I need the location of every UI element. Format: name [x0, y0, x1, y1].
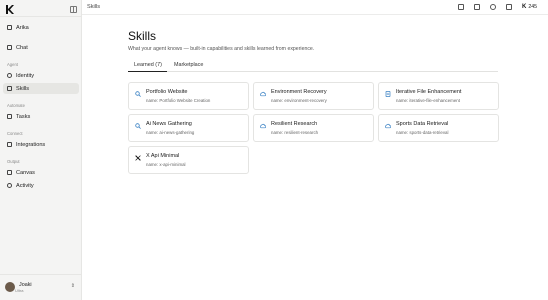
skill-name: Iterative File Enhancement: [396, 89, 462, 95]
sidebar-item-label: Activity: [16, 182, 34, 189]
skill-card[interactable]: X Api Minimal name: x-api-minimal: [128, 146, 249, 174]
document-icon: [385, 91, 391, 97]
active-tab-indicator: [128, 71, 167, 72]
section-label-output: Output: [7, 159, 20, 164]
sidebar-toggle-icon[interactable]: [70, 6, 77, 13]
user-role: Ultra: [15, 287, 24, 293]
skill-meta: name: x-api-minimal: [146, 162, 186, 167]
skill-name: Sports Data Retrieval: [396, 121, 449, 127]
checklist-icon: [7, 114, 12, 119]
plug-icon: [7, 142, 12, 147]
sidebar-item-tasks[interactable]: Tasks: [3, 111, 79, 122]
sidebar-item-arika[interactable]: Arika: [3, 22, 79, 33]
skill-name: X Api Minimal: [146, 153, 180, 159]
topbar: Skills K 245: [82, 0, 548, 15]
sidebar-divider: [0, 16, 82, 17]
page-title: Skills: [128, 29, 157, 43]
cloud-icon: [260, 123, 266, 129]
sidebar-item-label: Identity: [16, 72, 35, 79]
skill-name: Ai News Gathering: [146, 121, 192, 127]
message-icon[interactable]: [474, 4, 480, 10]
section-label-connect: Connect: [7, 131, 23, 136]
home-icon: [7, 25, 12, 30]
cloud-icon: [385, 123, 391, 129]
search-icon: [135, 91, 141, 97]
x-logo-icon: [135, 155, 141, 161]
credits-logo-icon: K: [522, 3, 527, 10]
activity-icon: [7, 183, 12, 188]
credits-badge[interactable]: K 245: [522, 4, 537, 10]
chat-bubble-icon: [7, 45, 12, 50]
user-menu[interactable]: Joaki Ultra ⇕: [5, 280, 79, 294]
tab-marketplace[interactable]: Marketplace: [174, 62, 203, 68]
skill-meta: name: ai-news-gathering: [146, 130, 195, 135]
tab-learned[interactable]: Learned (7): [134, 62, 162, 68]
credits-count: 245: [528, 3, 537, 10]
sidebar-item-identity[interactable]: Identity: [3, 70, 79, 81]
section-label-agent: Agent: [7, 62, 18, 67]
sidebar-item-label: Integrations: [16, 141, 46, 148]
chevron-updown-icon: ⇕: [70, 283, 75, 289]
search-icon: [135, 123, 141, 129]
sidebar-divider: [0, 274, 82, 275]
sidebar-item-integrations[interactable]: Integrations: [3, 139, 79, 150]
user-name: Joaki: [19, 281, 32, 288]
skill-meta: name: iterative-file-enhancement: [396, 98, 460, 103]
section-label-automate: Automate: [7, 103, 25, 108]
person-icon: [7, 73, 12, 78]
skill-card[interactable]: Sports Data Retrieval name: sports-data-…: [378, 114, 499, 142]
tab-bar: Learned (7) Marketplace: [128, 60, 498, 72]
pencil-icon: [7, 170, 12, 175]
gift-icon[interactable]: [506, 4, 512, 10]
sidebar-item-label: Tasks: [16, 113, 31, 120]
sidebar: Arika Chat Agent Identity Skills Automat…: [0, 0, 82, 300]
skill-meta: name: environment-recovery: [271, 98, 327, 103]
sidebar-item-label: Canvas: [16, 169, 35, 176]
skill-meta: name: Portfolio Website Creation: [146, 98, 211, 103]
breadcrumb: Skills: [87, 4, 101, 10]
sidebar-item-label: Skills: [16, 85, 30, 92]
app-logo-icon[interactable]: [6, 5, 14, 14]
skill-card[interactable]: Resilient Research name: resilient-resea…: [253, 114, 374, 142]
book-icon[interactable]: [458, 4, 464, 10]
cloud-icon: [260, 91, 266, 97]
sidebar-item-chat[interactable]: Chat: [3, 42, 79, 53]
sidebar-item-label: Chat: [16, 44, 28, 51]
main-content: Skills K 245 Skills What your agent know…: [82, 0, 548, 300]
skill-card[interactable]: Ai News Gathering name: ai-news-gatherin…: [128, 114, 249, 142]
skill-name: Resilient Research: [271, 121, 318, 127]
avatar: [5, 282, 15, 292]
sidebar-item-canvas[interactable]: Canvas: [3, 167, 79, 178]
skill-meta: name: sports-data-retrieval: [396, 130, 449, 135]
skill-name: Portfolio Website: [146, 89, 188, 95]
sparkle-icon: [7, 86, 12, 91]
skill-card[interactable]: Iterative File Enhancement name: iterati…: [378, 82, 499, 110]
skill-card[interactable]: Environment Recovery name: environment-r…: [253, 82, 374, 110]
sidebar-item-skills[interactable]: Skills: [3, 83, 79, 94]
skill-card[interactable]: Portfolio Website name: Portfolio Websit…: [128, 82, 249, 110]
skill-name: Environment Recovery: [271, 89, 327, 95]
headset-icon[interactable]: [490, 4, 496, 10]
skill-meta: name: resilient-research: [271, 130, 319, 135]
sidebar-item-activity[interactable]: Activity: [3, 180, 79, 191]
page-subtitle: What your agent knows — built-in capabil…: [128, 46, 315, 52]
sidebar-item-label: Arika: [16, 24, 29, 31]
